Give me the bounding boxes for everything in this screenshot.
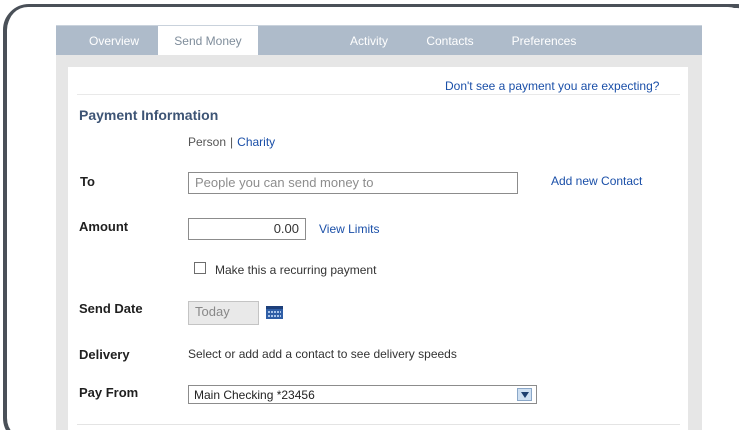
- delivery-text: Select or add add a contact to see deliv…: [188, 347, 457, 361]
- calendar-icon[interactable]: [266, 306, 283, 319]
- tab-contacts[interactable]: Contacts: [416, 26, 484, 56]
- recurring-label: Make this a recurring payment: [215, 263, 377, 277]
- tab-preferences[interactable]: Preferences: [502, 26, 586, 56]
- recipient-type-charity-link[interactable]: Charity: [237, 135, 275, 149]
- top-nav: Overview Send Money Activity Contacts Pr…: [56, 25, 702, 56]
- section-title: Payment Information: [79, 107, 219, 123]
- amount-input[interactable]: 0.00: [188, 218, 306, 240]
- recipient-type-separator: |: [230, 135, 234, 149]
- to-input[interactable]: People you can send money to: [188, 172, 518, 194]
- tab-send-money[interactable]: Send Money: [158, 26, 258, 56]
- divider-bottom: [77, 424, 680, 425]
- pay-from-select[interactable]: Main Checking *23456: [188, 385, 537, 404]
- recipient-type-person[interactable]: Person: [188, 135, 226, 149]
- tab-overview[interactable]: Overview: [74, 26, 154, 56]
- pay-from-label: Pay From: [79, 385, 139, 400]
- recurring-checkbox[interactable]: [194, 262, 206, 274]
- divider: [77, 94, 680, 95]
- recipient-type-selector: Person | Charity: [188, 135, 275, 149]
- add-contact-link[interactable]: Add new Contact: [551, 174, 642, 188]
- delivery-label: Delivery: [79, 347, 130, 362]
- chevron-down-icon[interactable]: [517, 388, 532, 401]
- to-label: To: [80, 174, 95, 189]
- view-limits-link[interactable]: View Limits: [319, 222, 379, 236]
- amount-label: Amount: [79, 219, 129, 234]
- send-date-input[interactable]: Today: [188, 301, 259, 325]
- tab-activity[interactable]: Activity: [338, 26, 400, 56]
- pay-from-selected: Main Checking *23456: [194, 388, 315, 402]
- send-date-label: Send Date: [79, 301, 143, 316]
- missing-payment-link[interactable]: Don't see a payment you are expecting?: [445, 79, 659, 93]
